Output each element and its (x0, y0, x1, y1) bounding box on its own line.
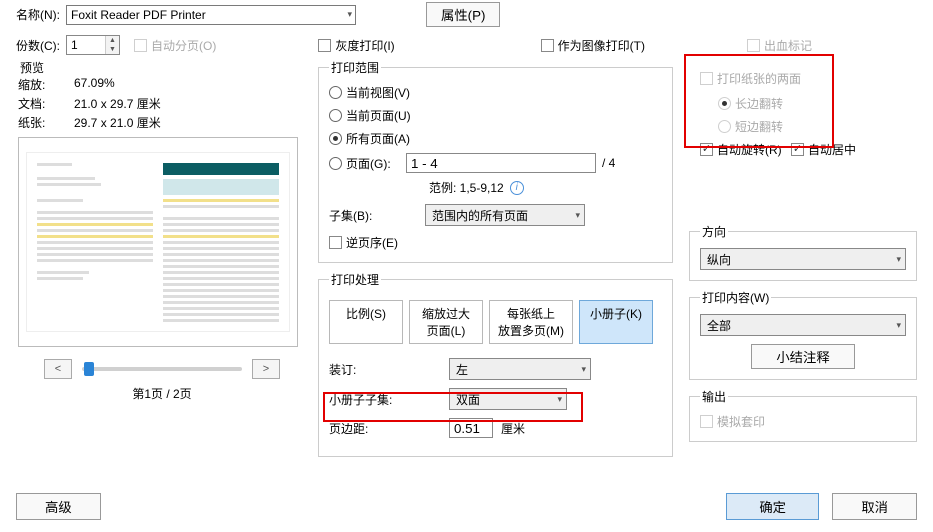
long-edge-radio: 长边翻转 (718, 95, 906, 112)
next-page-button[interactable]: > (252, 359, 280, 379)
scale-tab[interactable]: 比例(S) (329, 300, 403, 344)
summary-comments-button[interactable]: 小结注释 (751, 344, 854, 369)
chevron-down-icon: ▾ (557, 394, 562, 405)
bleed-marks-checkbox: 出血标记 (747, 37, 812, 54)
pages-total: / 4 (602, 156, 615, 170)
zoom-label: 缩放: (18, 76, 74, 93)
paper-size-label: 纸张: (18, 114, 74, 131)
page-slider[interactable] (82, 367, 242, 371)
checkbox-icon (791, 143, 804, 156)
page-indicator: 第1页 / 2页 (18, 385, 306, 402)
zoom-value: 67.09% (74, 76, 115, 93)
simulate-overprint-checkbox: 模拟套印 (700, 413, 765, 430)
pages-example: 范例: 1,5-9,12 (429, 179, 504, 196)
checkbox-icon (134, 39, 147, 52)
all-pages-radio[interactable]: 所有页面(A) (329, 130, 662, 147)
preview-canvas (18, 137, 298, 347)
reverse-order-checkbox[interactable]: 逆页序(E) (329, 234, 398, 251)
print-content-select[interactable]: 全部▾ (700, 314, 906, 336)
doc-size-value: 21.0 x 29.7 厘米 (74, 95, 161, 112)
margin-input[interactable] (449, 418, 493, 438)
subset-label: 子集(B): (329, 207, 425, 224)
preview-group: 预览 缩放:67.09% 文档:21.0 x 29.7 厘米 纸张:29.7 x… (16, 59, 306, 402)
copies-input[interactable] (67, 36, 105, 54)
printer-select[interactable]: Foxit Reader PDF Printer ▾ (66, 5, 356, 25)
output-legend: 输出 (700, 388, 728, 405)
print-range-legend: 打印范围 (329, 59, 381, 76)
print-handling-legend: 打印处理 (329, 271, 381, 288)
orientation-legend: 方向 (700, 223, 728, 240)
paper-size-value: 29.7 x 21.0 厘米 (74, 114, 161, 131)
booklet-tab[interactable]: 小册子(K) (579, 300, 653, 344)
output-group: 输出 模拟套印 (689, 388, 917, 442)
print-as-image-checkbox[interactable]: 作为图像打印(T) (541, 37, 645, 54)
checkbox-icon (329, 236, 342, 249)
chevron-down-icon: ▾ (575, 210, 580, 221)
multiple-pages-tab[interactable]: 每张纸上放置多页(M) (489, 300, 573, 344)
duplex-checkbox: 打印纸张的两面 (700, 70, 801, 87)
margin-unit: 厘米 (501, 420, 525, 437)
chevron-down-icon: ▾ (896, 320, 901, 331)
preview-legend: 预览 (18, 59, 46, 76)
subset-select[interactable]: 范围内的所有页面▾ (425, 204, 585, 226)
checkbox-icon (541, 39, 554, 52)
short-edge-radio: 短边翻转 (718, 118, 906, 135)
checkbox-icon (318, 39, 331, 52)
print-content-group: 打印内容(W) 全部▾ 小结注释 (689, 289, 917, 380)
collate-checkbox: 自动分页(O) (134, 37, 216, 54)
printer-select-value: Foxit Reader PDF Printer (71, 8, 206, 22)
margin-label: 页边距: (329, 420, 449, 437)
orientation-group: 方向 纵向▾ (689, 223, 917, 281)
pages-input[interactable] (406, 153, 596, 173)
fit-large-tab[interactable]: 缩放过大页面(L) (409, 300, 483, 344)
booklet-subset-select[interactable]: 双面▾ (449, 388, 567, 410)
advanced-button[interactable]: 高级 (16, 493, 101, 520)
chevron-down-icon: ▾ (347, 9, 352, 20)
doc-size-label: 文档: (18, 95, 74, 112)
chevron-down-icon: ▾ (896, 254, 901, 265)
print-range-group: 打印范围 当前视图(V) 当前页面(U) 所有页面(A) 页面(G): / 4 … (318, 59, 673, 263)
print-content-legend: 打印内容(W) (700, 289, 771, 306)
binding-label: 装订: (329, 361, 449, 378)
prev-page-button[interactable]: < (44, 359, 72, 379)
cancel-button[interactable]: 取消 (832, 493, 917, 520)
current-page-radio[interactable]: 当前页面(U) (329, 107, 662, 124)
spin-down-icon[interactable]: ▼ (106, 45, 119, 54)
checkbox-icon (700, 415, 713, 428)
copies-spinner[interactable]: ▲▼ (66, 35, 120, 55)
current-view-radio[interactable]: 当前视图(V) (329, 84, 662, 101)
auto-center-checkbox[interactable]: 自动居中 (791, 141, 856, 158)
checkbox-icon (700, 143, 713, 156)
spin-up-icon[interactable]: ▲ (106, 36, 119, 45)
auto-rotate-checkbox[interactable]: 自动旋转(R) (700, 141, 782, 158)
ok-button[interactable]: 确定 (726, 493, 819, 520)
printer-name-label: 名称(N): (16, 6, 60, 23)
grayscale-checkbox[interactable]: 灰度打印(I) (318, 37, 394, 54)
checkbox-icon (700, 72, 713, 85)
print-handling-group: 打印处理 比例(S) 缩放过大页面(L) 每张纸上放置多页(M) 小册子(K) … (318, 271, 673, 457)
chevron-down-icon: ▾ (581, 364, 586, 375)
copies-label: 份数(C): (16, 37, 60, 54)
orientation-select[interactable]: 纵向▾ (700, 248, 906, 270)
binding-select[interactable]: 左▾ (449, 358, 591, 380)
booklet-subset-label: 小册子子集: (329, 391, 449, 408)
checkbox-icon (747, 39, 760, 52)
pages-label: 页面(G): (346, 155, 406, 172)
pages-radio[interactable] (329, 157, 342, 170)
info-icon[interactable]: i (510, 181, 524, 195)
properties-button[interactable]: 属性(P) (426, 2, 500, 27)
